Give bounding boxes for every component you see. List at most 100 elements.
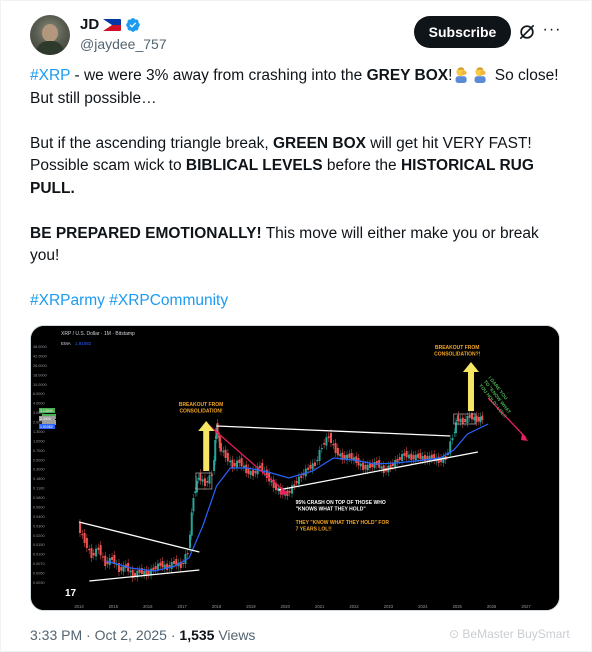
candle-body <box>252 470 255 476</box>
candle-body <box>307 467 310 470</box>
candle-body <box>325 437 328 446</box>
year-axis-label: 2020 <box>281 604 291 609</box>
candle-body <box>288 491 291 493</box>
years-annotation: THEY "KNOW WHAT THEY HOLD" FOR <box>296 520 390 526</box>
price-axis-label: 0.0800 <box>33 496 45 500</box>
watermark: ⊙ BeMaster BuySmart <box>449 627 570 641</box>
candle-body <box>189 534 192 548</box>
price-axis-label: 0.0030 <box>33 581 45 585</box>
tweet-paragraph-1: #XRP - we were 3% away from crashing int… <box>30 65 565 110</box>
candle-body <box>208 475 211 484</box>
hashtag-xrpcommunity[interactable]: #XRPCommunity <box>109 292 228 309</box>
xrp-price-chart: 48.0000 42.0000 26.0000 18.0000 10.0000 6.000… <box>31 326 559 610</box>
price-axis-label: 0.0070 <box>33 562 45 566</box>
price-axis-label: 0.0300 <box>33 524 45 528</box>
chart-header-label: XRP / U.S. Dollar · 1M · Bitstamp <box>61 331 135 337</box>
candle-body <box>92 553 95 556</box>
breakout-right-annotation: CONSOLIDATION?! <box>434 352 481 358</box>
candle-body <box>81 534 84 536</box>
price-axis-label: 1.3000 <box>33 430 45 434</box>
year-axis-label: 2015 <box>109 604 119 609</box>
year-axis-label: 2023 <box>384 604 394 609</box>
candle-body <box>197 478 200 480</box>
tweet-meta: 3:33 PM · Oct 2, 2025 · 1,535 Views <box>30 627 255 643</box>
candle-body <box>231 459 234 468</box>
breakout-left-annotation: CONSOLIDATION! <box>179 409 223 415</box>
bold-text: BE PREPARED EMOTIONALLY! <box>30 224 262 242</box>
candle-body <box>219 443 222 452</box>
tweet-card: JD @jaydee_757 Subscribe ··· #XRP - we w… <box>0 0 592 652</box>
candle-body <box>364 465 367 470</box>
candle-body <box>451 438 454 441</box>
candle-body <box>334 443 337 453</box>
views-label: Views <box>214 627 256 643</box>
candle-body <box>348 453 351 458</box>
candle-body <box>161 561 164 568</box>
hashtag-xrparmy[interactable]: #XRParmy <box>30 292 105 309</box>
avatar[interactable] <box>30 15 70 55</box>
price-axis-label: 0.0050 <box>33 572 45 576</box>
candle-body <box>238 459 241 463</box>
year-axis-label: 2019 <box>246 604 256 609</box>
candle-body <box>330 433 333 443</box>
facepalm-emoji-icon <box>455 67 468 83</box>
candle-body <box>242 465 245 468</box>
text-span: - we were 3% away from crashing into the <box>70 67 367 84</box>
text-span: But if the ascending triangle break, <box>30 134 273 152</box>
candle-body <box>143 571 146 575</box>
price-axis-label: 0.5000 <box>33 458 45 462</box>
candle-body <box>99 545 102 556</box>
candle-body <box>192 498 195 512</box>
candle-body <box>419 453 422 459</box>
grok-icon[interactable] <box>517 22 537 42</box>
candle-body <box>355 456 358 463</box>
tweet-text: #XRP - we were 3% away from crashing int… <box>30 65 565 335</box>
author-name-row: JD <box>80 16 141 33</box>
candle-body <box>481 415 484 420</box>
candle-body <box>147 571 150 575</box>
philippines-flag-icon <box>103 18 122 31</box>
ema-label: EMA <box>61 341 71 346</box>
candle-body <box>182 563 185 565</box>
candle-body <box>154 566 157 570</box>
hashtag-xrp[interactable]: #XRP <box>30 67 70 84</box>
author-handle[interactable]: @jaydee_757 <box>80 36 167 52</box>
candle-body <box>97 547 100 550</box>
candle-body <box>466 416 469 423</box>
more-options-icon[interactable]: ··· <box>542 20 562 40</box>
tweet-timestamp[interactable]: 3:33 PM · Oct 2, 2025 · <box>30 627 179 643</box>
candle-body <box>199 473 202 481</box>
candle-body <box>170 562 173 569</box>
price-axis-label: 0.0600 <box>33 505 45 509</box>
candle-body <box>236 460 239 468</box>
candle-body <box>291 485 294 494</box>
candle-body <box>245 464 248 473</box>
candle-body <box>240 458 243 467</box>
candle-body <box>468 415 471 418</box>
candle-body <box>88 549 91 551</box>
facepalm-emoji-icon <box>474 67 487 83</box>
years-annotation: 7 YEARS LOL!! <box>296 527 332 533</box>
text-span: ! <box>448 67 453 84</box>
candle-body <box>479 416 482 423</box>
year-axis-label: 2017 <box>177 604 187 609</box>
bold-text: GREEN BOX <box>272 134 366 152</box>
candle-body <box>339 453 342 457</box>
candle-body <box>261 463 264 472</box>
tweet-image-chart[interactable]: 48.0000 42.0000 26.0000 18.0000 10.0000 6.000… <box>30 325 560 611</box>
subscribe-button[interactable]: Subscribe <box>414 16 511 48</box>
price-axis-label: 0.0100 <box>33 553 45 557</box>
candle-body <box>295 481 298 484</box>
candle-body <box>332 444 335 446</box>
price-tag-label: 3.13000 <box>40 409 53 413</box>
candle-body <box>249 471 252 475</box>
price-axis-label: 0.0150 <box>33 543 45 547</box>
avatar-face <box>42 24 58 42</box>
candle-body <box>401 454 404 461</box>
verified-badge-icon <box>126 17 141 32</box>
candle-body <box>313 462 316 466</box>
candle-body <box>300 475 303 478</box>
year-axis-label: 2014 <box>74 604 84 609</box>
author-name[interactable]: JD <box>80 16 99 33</box>
price-tag-label: 1.91082 <box>40 425 53 429</box>
